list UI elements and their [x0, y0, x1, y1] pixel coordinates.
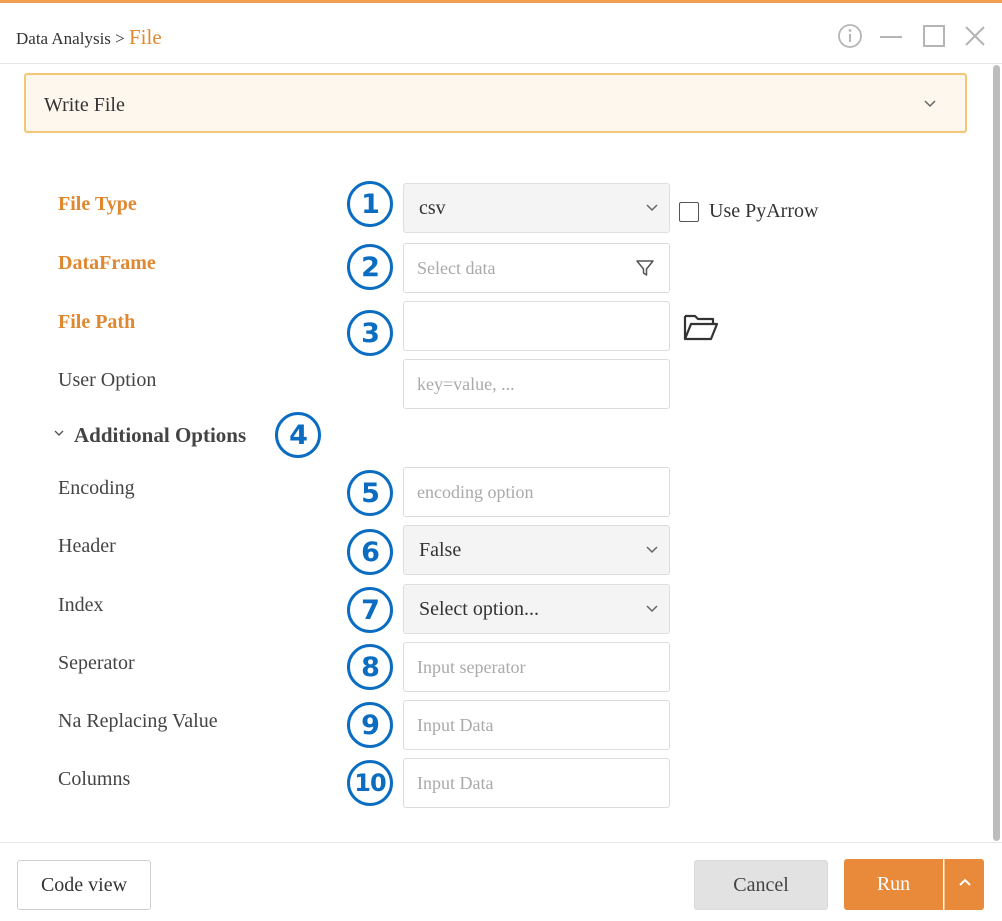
file-path-label: File Path — [58, 311, 136, 333]
callout-badge-6: 6 — [347, 529, 393, 575]
index-select[interactable]: Select option... — [403, 584, 670, 634]
checkbox-icon[interactable] — [679, 201, 699, 222]
breadcrumb-parent: Data Analysis — [16, 29, 111, 48]
encoding-placeholder: encoding option — [417, 482, 534, 502]
callout-badge-8: 8 — [347, 644, 393, 690]
columns-placeholder: Input Data — [417, 773, 494, 793]
cancel-button[interactable]: Cancel — [694, 860, 828, 910]
code-view-button[interactable]: Code view — [17, 860, 151, 910]
info-icon[interactable] — [836, 22, 864, 50]
use-pyarrow-checkbox[interactable]: Use PyArrow — [679, 200, 818, 223]
header-select[interactable]: False — [403, 525, 670, 575]
additional-options-toggle[interactable]: Additional Options — [52, 423, 246, 448]
callout-badge-10: 10 — [347, 760, 393, 806]
chevron-down-icon — [645, 201, 659, 220]
user-option-input[interactable]: key=value, ... — [403, 359, 670, 409]
header-label: Header — [58, 535, 116, 557]
index-label: Index — [58, 594, 104, 616]
file-type-select[interactable]: csv — [403, 183, 670, 233]
callout-badge-9: 9 — [347, 702, 393, 748]
run-button[interactable]: Run — [844, 859, 943, 910]
chevron-down-icon — [645, 543, 659, 562]
breadcrumb: Data Analysis > File — [16, 25, 162, 50]
additional-options-label: Additional Options — [74, 423, 247, 447]
filter-icon[interactable] — [635, 258, 655, 283]
function-select[interactable]: Write File — [24, 73, 967, 133]
user-option-label: User Option — [58, 369, 157, 391]
chevron-down-icon — [52, 426, 66, 445]
columns-input[interactable]: Input Data — [403, 758, 670, 808]
callout-badge-4: 4 — [275, 412, 321, 458]
callout-badge-1: 1 — [347, 181, 393, 227]
use-pyarrow-label: Use PyArrow — [709, 200, 819, 222]
minimize-icon[interactable] — [877, 22, 905, 50]
separator-input[interactable]: Input seperator — [403, 642, 670, 692]
close-icon[interactable] — [961, 22, 989, 50]
encoding-input[interactable]: encoding option — [403, 467, 670, 517]
na-replacing-placeholder: Input Data — [417, 715, 494, 735]
scrollbar[interactable] — [993, 65, 1000, 841]
dataframe-placeholder: Select data — [417, 258, 496, 278]
user-option-placeholder: key=value, ... — [417, 374, 515, 394]
callout-badge-3: 3 — [347, 310, 393, 356]
dialog-footer: Code view Cancel Run — [0, 842, 1002, 921]
separator-placeholder: Input seperator — [417, 657, 526, 677]
chevron-up-icon — [957, 873, 973, 896]
maximize-icon[interactable] — [920, 22, 948, 50]
header-value: False — [419, 539, 462, 561]
breadcrumb-separator: > — [115, 29, 125, 48]
encoding-label: Encoding — [58, 477, 135, 499]
callout-badge-5: 5 — [347, 470, 393, 516]
function-select-value: Write File — [44, 94, 125, 116]
file-type-value: csv — [419, 197, 446, 219]
separator-label: Seperator — [58, 652, 135, 674]
dataframe-label: DataFrame — [58, 252, 156, 274]
chevron-down-icon — [645, 602, 659, 621]
file-path-input[interactable] — [403, 301, 670, 351]
chevron-down-icon — [923, 97, 937, 116]
breadcrumb-current: File — [129, 25, 162, 49]
callout-badge-2: 2 — [347, 244, 393, 290]
columns-label: Columns — [58, 768, 131, 790]
dataframe-select[interactable]: Select data — [403, 243, 670, 293]
folder-icon[interactable] — [683, 312, 719, 347]
title-bar: Data Analysis > File — [0, 6, 1002, 64]
index-value: Select option... — [419, 598, 539, 620]
na-replacing-input[interactable]: Input Data — [403, 700, 670, 750]
write-file-dialog: Data Analysis > File Write File File Typ… — [0, 0, 1002, 921]
callout-badge-7: 7 — [347, 587, 393, 633]
file-type-label: File Type — [58, 193, 137, 215]
run-options-button[interactable] — [944, 859, 984, 910]
na-replacing-label: Na Replacing Value — [58, 710, 218, 732]
